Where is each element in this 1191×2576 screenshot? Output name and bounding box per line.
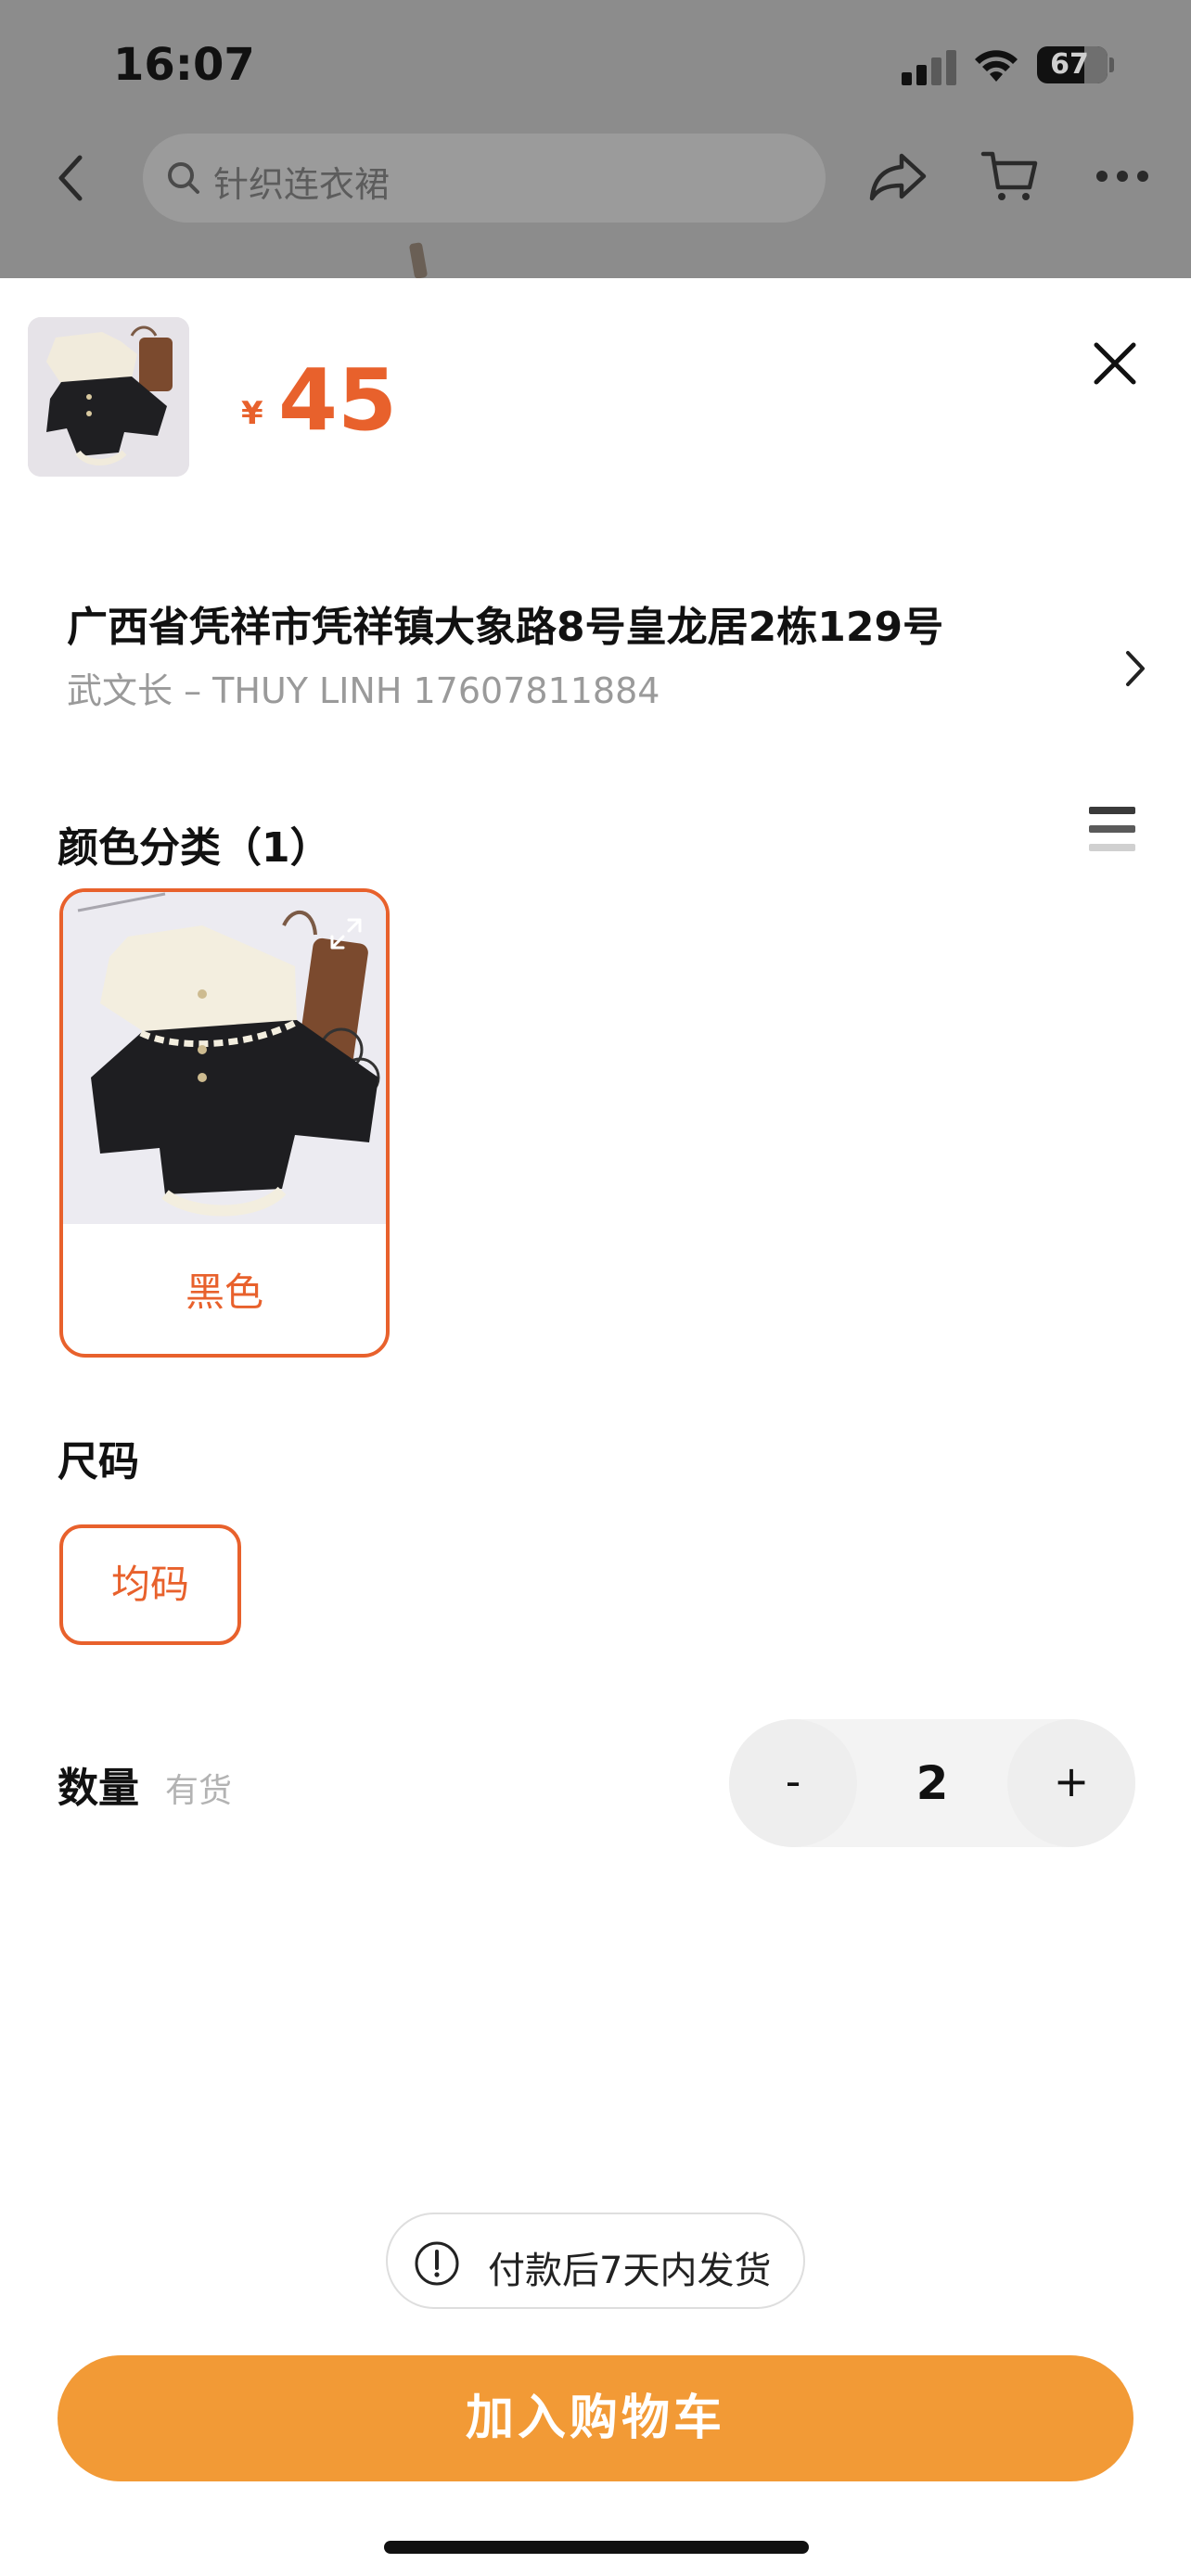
add-to-cart-button[interactable]: 加入购物车 [58, 2355, 1133, 2481]
size-option-one-size[interactable]: 均码 [59, 1524, 241, 1645]
color-option-black[interactable]: 黑色 [59, 888, 390, 1358]
background-overlay: 16:07 67 针织连衣裙 [0, 0, 1191, 279]
quantity-title: 数量 [58, 1765, 139, 1812]
share-icon[interactable] [868, 148, 928, 204]
color-option-image [63, 892, 386, 1224]
list-view-toggle-icon[interactable] [1089, 805, 1135, 855]
shipping-notice-text: 付款后7天内发货 [488, 2250, 772, 2292]
color-section-title: 颜色分类（1） [58, 824, 331, 872]
quantity-stepper: - 2 + [729, 1719, 1135, 1847]
cart-icon[interactable] [980, 147, 1039, 206]
wifi-icon [975, 50, 1018, 82]
battery-tip [1109, 57, 1114, 72]
price-currency: ¥ [241, 395, 263, 432]
color-option-label: 黑色 [185, 1269, 263, 1315]
chevron-right-icon [1126, 651, 1145, 686]
battery-level: 67 [1050, 48, 1089, 81]
product-thumbnail-image [28, 317, 189, 477]
quantity-value[interactable]: 2 [857, 1719, 1007, 1847]
price-value: 45 [278, 351, 398, 450]
search-icon [168, 162, 199, 194]
product-thumbnail[interactable] [28, 317, 189, 477]
quantity-increase-button[interactable]: + [1007, 1719, 1135, 1847]
status-bar: 16:07 67 [0, 0, 1191, 130]
sku-selection-sheet: ¥ 45 广西省凭祥市凭祥镇大象路8号皇龙居2栋129号 武文长 – THUY … [0, 278, 1191, 2576]
battery-icon: 67 [1037, 46, 1108, 83]
address-recipient: 武文长 – THUY LINH 17607811884 [67, 670, 660, 711]
address-line: 广西省凭祥市凭祥镇大象路8号皇龙居2栋129号 [67, 604, 944, 651]
quantity-decrease-button[interactable]: - [729, 1719, 857, 1847]
background-product-image [408, 242, 429, 279]
search-input[interactable]: 针织连衣裙 [143, 134, 826, 223]
search-placeholder: 针织连衣裙 [213, 164, 391, 205]
more-icon[interactable] [1095, 169, 1150, 184]
home-indicator [384, 2541, 809, 2554]
status-time: 16:07 [113, 39, 255, 91]
stock-status: 有货 [165, 1772, 233, 1810]
info-icon [415, 2241, 459, 2286]
shipping-notice: 付款后7天内发货 [386, 2213, 805, 2309]
back-arrow-icon[interactable] [52, 152, 89, 204]
cellular-signal-icon [902, 50, 957, 85]
expand-icon[interactable] [327, 914, 365, 953]
shipping-address-row[interactable]: 广西省凭祥市凭祥镇大象路8号皇龙居2栋129号 武文长 – THUY LINH … [67, 593, 1161, 723]
size-section-title: 尺码 [58, 1438, 139, 1486]
close-icon[interactable] [1089, 338, 1141, 389]
